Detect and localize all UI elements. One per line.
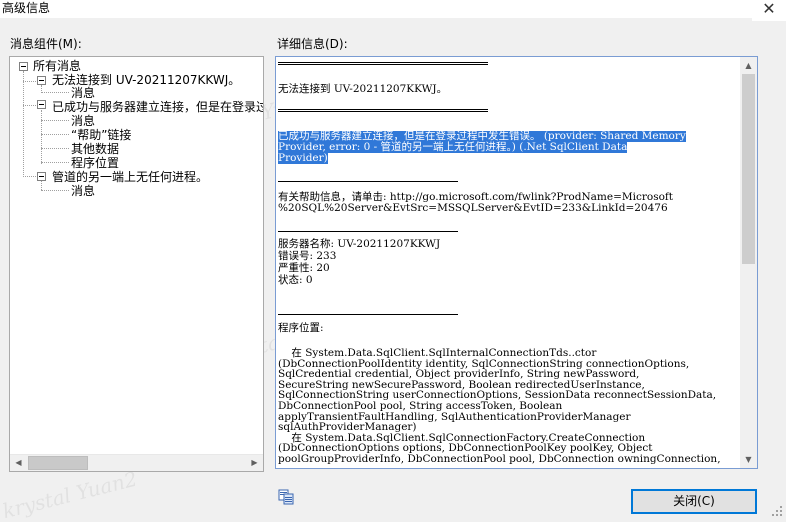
tree-item-message[interactable]: 消息 <box>71 185 95 198</box>
separator <box>278 314 458 315</box>
detail-selected-error: 已成功与服务器建立连接，但是在登录过程中发生错误。 (provider: Sha… <box>278 130 686 142</box>
separator <box>278 231 458 232</box>
tree-connector <box>41 181 42 190</box>
collapse-icon[interactable] <box>19 62 28 71</box>
stack-trace-line: poolGroupProviderInfo, DbConnectionPool … <box>278 453 721 465</box>
tree-connector <box>23 176 36 177</box>
tree-connector <box>41 148 69 149</box>
collapse-icon[interactable] <box>37 76 46 85</box>
tree-connector <box>41 190 69 191</box>
tree-item-help-link[interactable]: “帮助”链接 <box>71 129 131 142</box>
title-bar: 高级信息 ✕ <box>0 0 786 21</box>
detail-state: 状态: 0 <box>278 274 313 286</box>
collapse-icon[interactable] <box>37 100 46 109</box>
separator <box>278 109 488 112</box>
tree-root-all-messages[interactable]: 所有消息 <box>33 60 81 73</box>
tree-connector <box>41 120 69 121</box>
tree-connector <box>41 92 69 93</box>
tree-connector <box>23 105 36 106</box>
detail-server-name: 服务器名称: UV-20211207KKWJ <box>278 238 441 250</box>
tree-item-program-location[interactable]: 程序位置 <box>71 157 119 170</box>
tree-item-other-data[interactable]: 其他数据 <box>71 143 119 156</box>
tree-horizontal-scrollbar[interactable]: ◀ ▶ <box>10 454 263 471</box>
scroll-down-icon[interactable]: ▼ <box>740 451 757 468</box>
message-tree[interactable]: 所有消息 无法连接到 UV-20211207KKWJ。 消息 已成功与服务器建立… <box>9 56 264 472</box>
detail-selected-error: Provider) <box>278 152 328 164</box>
separator <box>278 62 488 65</box>
detail-severity: 严重性: 20 <box>278 262 330 274</box>
tree-connector <box>41 110 42 164</box>
tree-item-no-process[interactable]: 管道的另一端上无任何进程。 <box>52 171 208 184</box>
copy-icon[interactable] <box>278 489 294 505</box>
close-icon[interactable]: ✕ <box>752 0 786 21</box>
details-label: 详细信息(D): <box>277 37 348 51</box>
tree-connector <box>23 81 36 82</box>
tree-connector <box>41 134 69 135</box>
tree-item-message[interactable]: 消息 <box>71 87 95 100</box>
detail-line-cannot-connect: 无法连接到 UV-20211207KKWJ。 <box>278 83 448 95</box>
scroll-right-icon[interactable]: ▶ <box>246 455 263 471</box>
scroll-thumb[interactable] <box>28 456 88 470</box>
details-text-area[interactable]: 无法连接到 UV-20211207KKWJ。 已成功与服务器建立连接，但是在登录… <box>275 56 758 469</box>
watermark: krystal Yuan2 <box>0 466 140 522</box>
stack-trace-line: DbConnectionPool pool, String accessToke… <box>278 400 563 412</box>
tree-connector <box>23 71 24 177</box>
collapse-icon[interactable] <box>37 172 46 181</box>
message-components-label: 消息组件(M): <box>10 37 82 51</box>
detail-help-link: 有关帮助信息，请单击: http://go.microsoft.com/fwli… <box>278 191 674 203</box>
scroll-thumb[interactable] <box>742 74 755 264</box>
detail-program-location-title: 程序位置: <box>278 322 324 334</box>
detail-selected-error: Provider, error: 0 - 管道的另一端上无任何进程。) (.Ne… <box>278 141 628 153</box>
tree-connector <box>41 162 69 163</box>
separator <box>278 181 458 182</box>
close-button[interactable]: 关闭(C) <box>631 489 757 514</box>
scroll-left-icon[interactable]: ◀ <box>10 455 27 471</box>
detail-error-number: 错误号: 233 <box>278 250 337 262</box>
detail-help-link: %20SQL%20Server&EvtSrc=MSSQLServer&EvtID… <box>278 202 668 214</box>
details-vertical-scrollbar[interactable]: ▲ ▼ <box>740 57 757 468</box>
stack-trace-line: 在 System.Data.SqlClient.SqlInternalConne… <box>278 347 597 359</box>
tree-item-login-error[interactable]: 已成功与服务器建立连接，但是在登录过程中发生错误。 <box>52 101 263 114</box>
resize-grip-icon[interactable] <box>770 504 784 518</box>
scroll-up-icon[interactable]: ▲ <box>740 57 757 74</box>
window-title: 高级信息 <box>2 1 51 15</box>
tree-item-message[interactable]: 消息 <box>71 115 95 128</box>
